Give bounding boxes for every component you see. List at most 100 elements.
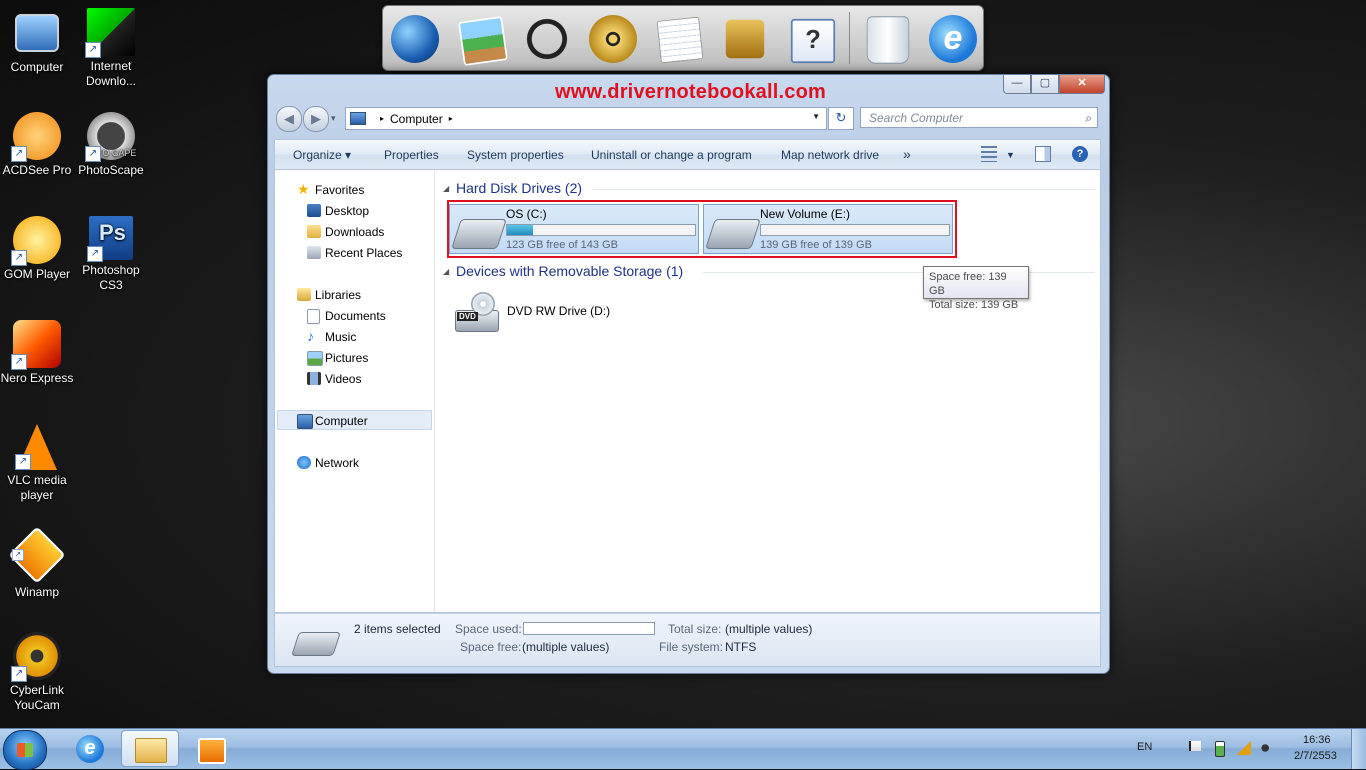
desktop-icon-computer[interactable]: Computer [0,8,74,75]
collapse-hard-disk-icon[interactable]: ◢ [443,184,449,193]
nav-music[interactable]: ♪ Music [307,329,356,344]
uninstall-program-button[interactable]: Uninstall or change a program [591,148,752,162]
navigation-bar: ◀ ▶ ▾ ▸ Computer ▸ ▼ ↻ Search Computer ⌕ [275,105,1102,132]
help-icon[interactable]: ? [790,18,836,64]
recent-pages-dropdown[interactable]: ▾ [331,113,336,124]
action-center-flag-icon[interactable] [1189,741,1201,751]
notes-icon[interactable] [656,16,704,64]
nav-documents[interactable]: Documents [307,309,386,324]
desktop-icon-gom[interactable]: ↗ GOM Player [0,216,74,282]
breadcrumb-arrow[interactable]: ▸ [380,114,384,123]
computer-small-icon [297,414,313,429]
shortcut-arrow-icon: ↗ [11,666,27,682]
shortcut-arrow-icon: ↗ [11,250,27,266]
space-used-bar [523,622,655,635]
libraries-icon [297,288,311,301]
dvd-drive-item[interactable]: DVD DVD RW Drive (D:) [453,288,623,336]
system-properties-button[interactable]: System properties [467,148,564,162]
close-button[interactable]: ✕ [1059,75,1105,94]
wireless-signal-icon[interactable] [1237,741,1251,755]
nav-libraries[interactable]: Libraries [297,288,361,302]
clock-date[interactable]: 2/7/2553 [1294,750,1337,762]
recycle-bin-icon[interactable] [866,16,910,64]
navigation-pane: ★ Favorites Desktop Downloads Recent Pla… [275,170,435,612]
desktop-icon-label: PhotoScape [78,163,144,177]
desktop-icon-vlc[interactable]: ↗ VLC media player [0,424,74,503]
desktop-icon-idm[interactable]: ↗ Internet Downlo... [74,8,148,89]
group-hard-disk-drives[interactable]: Hard Disk Drives (2) [456,180,582,196]
language-indicator[interactable]: EN [1137,741,1152,753]
breadcrumb-computer[interactable]: Computer [390,112,443,126]
group-removable-storage[interactable]: Devices with Removable Storage (1) [456,263,683,279]
taskbar-internet-explorer[interactable]: e [62,730,120,767]
taskbar-media-player[interactable] [182,730,240,767]
star-icon: ★ [297,181,310,197]
breadcrumb-arrow[interactable]: ▸ [449,114,453,123]
map-network-drive-button[interactable]: Map network drive [781,148,879,162]
explorer-window: www.drivernotebookall.com — ▢ ✕ ◀ ▶ ▾ ▸ … [267,74,1110,674]
nav-label: Computer [315,414,368,428]
battery-icon[interactable] [1215,741,1225,757]
search-icon[interactable]: ⌕ [1085,108,1092,129]
downloads-folder-icon [307,225,321,238]
shortcut-arrow-icon: ↗ [11,549,24,561]
desktop-icon-winamp[interactable]: ↗ Winamp [0,526,74,600]
nav-computer[interactable]: Computer [297,414,368,429]
space-used-label: Space used: [455,622,522,636]
desktop-icon-label: GOM Player [3,267,70,281]
view-dropdown[interactable]: ▼ [1006,150,1015,160]
taskbar-windows-explorer[interactable] [121,730,179,767]
address-dropdown[interactable]: ▼ [812,112,820,121]
preview-pane-icon[interactable] [1035,146,1051,162]
organize-menu[interactable]: Organize ▾ [293,148,351,162]
address-bar[interactable]: ▸ Computer ▸ ▼ [345,107,827,130]
clock-time[interactable]: 16:36 [1303,734,1331,746]
nav-pictures[interactable]: Pictures [307,351,368,366]
desktop-icon-nero[interactable]: ↗ Nero Express [0,320,74,386]
nav-favorites[interactable]: ★ Favorites [297,182,364,197]
photoshop-glyph: Ps [99,220,126,245]
desktop-folder-icon [307,204,321,217]
drive-tooltip: Space free: 139 GB Total size: 139 GB [923,266,1029,311]
refresh-button[interactable]: ↻ [828,107,854,130]
desktop-icon-photoshop[interactable]: Ps ↗ Photoshop CS3 [74,216,148,293]
film-reel-icon[interactable] [589,15,637,63]
folder-icon [135,738,167,763]
desktop-icon-youcam[interactable]: ↗ CyberLink YouCam [0,632,74,713]
desktop-icon-label: Internet Downlo... [85,59,137,88]
nav-recent-places[interactable]: Recent Places [307,246,402,260]
nav-desktop[interactable]: Desktop [307,204,369,218]
show-desktop-button[interactable] [1351,729,1366,769]
start-button[interactable] [3,730,47,770]
internet-explorer-icon: e [76,735,104,763]
collapse-removable-icon[interactable]: ◢ [443,267,449,276]
nav-network[interactable]: Network [297,456,359,470]
minimize-button[interactable]: — [1003,75,1031,94]
volume-icon[interactable] [1261,741,1275,755]
headphones-icon[interactable] [523,15,571,63]
nav-videos[interactable]: Videos [307,372,361,386]
more-commands-button[interactable]: » [903,146,911,162]
media-player-icon [198,738,226,764]
search-placeholder: Search Computer [869,111,964,125]
desktop-icon-label: CyberLink YouCam [9,683,65,712]
desktop-icon-photoscape[interactable]: TO CAPE ↗ PhotoScape [74,112,148,178]
photos-icon[interactable] [458,16,508,66]
maximize-button[interactable]: ▢ [1031,75,1059,94]
lock-icon[interactable] [725,19,765,59]
search-input[interactable]: Search Computer ⌕ [860,107,1098,128]
change-view-icon[interactable] [981,146,997,162]
dock: ? e [382,5,984,71]
tooltip-total-size: Total size: 139 GB [929,299,1019,311]
help-button[interactable]: ? [1072,146,1088,162]
properties-button[interactable]: Properties [384,148,439,162]
nav-downloads[interactable]: Downloads [307,225,384,239]
forward-button[interactable]: ▶ [303,106,329,132]
internet-explorer-icon[interactable]: e [929,15,977,63]
back-button[interactable]: ◀ [276,106,302,132]
desktop-icon-acdsee[interactable]: ↗ ACDSee Pro [0,112,74,178]
globe-icon[interactable] [391,15,439,63]
acdsee-pro-icon: ↗ [11,112,61,162]
photoscape-icon: TO CAPE ↗ [85,112,136,162]
ie-glyph: e [84,737,96,759]
